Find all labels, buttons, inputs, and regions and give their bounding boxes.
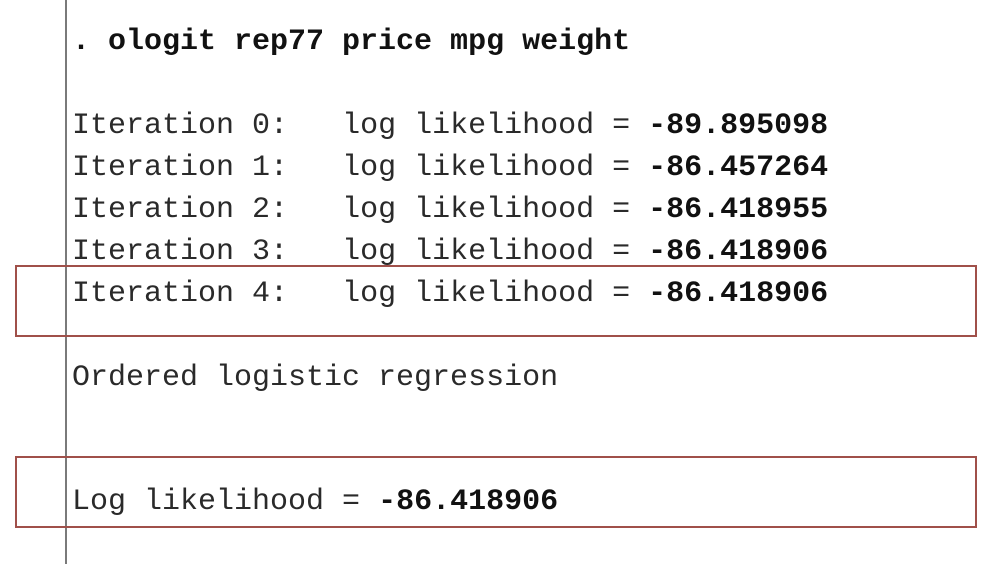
iteration-text: log likelihood =: [342, 235, 649, 269]
iteration-label: Iteration 2:: [72, 193, 289, 227]
iteration-label: Iteration 1:: [72, 151, 289, 185]
iteration-value: -86.418906: [648, 235, 829, 269]
highlight-box-final-log-likelihood: [15, 456, 977, 528]
highlight-box-final-iteration: [15, 265, 977, 337]
iteration-value: -86.457264: [648, 151, 829, 185]
command-line: . ologit rep77 price mpg weight: [72, 25, 631, 59]
iteration-text: log likelihood =: [342, 193, 649, 227]
iteration-row-1: Iteration 1: log likelihood = -86.457264: [72, 150, 828, 186]
iteration-row-0: Iteration 0: log likelihood = -89.895098: [72, 108, 828, 144]
iteration-label: Iteration 3:: [72, 235, 289, 269]
iteration-text: log likelihood =: [342, 109, 649, 143]
iteration-value: -86.418955: [648, 193, 829, 227]
iteration-value: -89.895098: [648, 109, 829, 143]
iteration-row-2: Iteration 2: log likelihood = -86.418955: [72, 192, 828, 228]
iteration-label: Iteration 0:: [72, 109, 289, 143]
iteration-text: log likelihood =: [342, 151, 649, 185]
model-title: Ordered logistic regression: [72, 361, 559, 395]
